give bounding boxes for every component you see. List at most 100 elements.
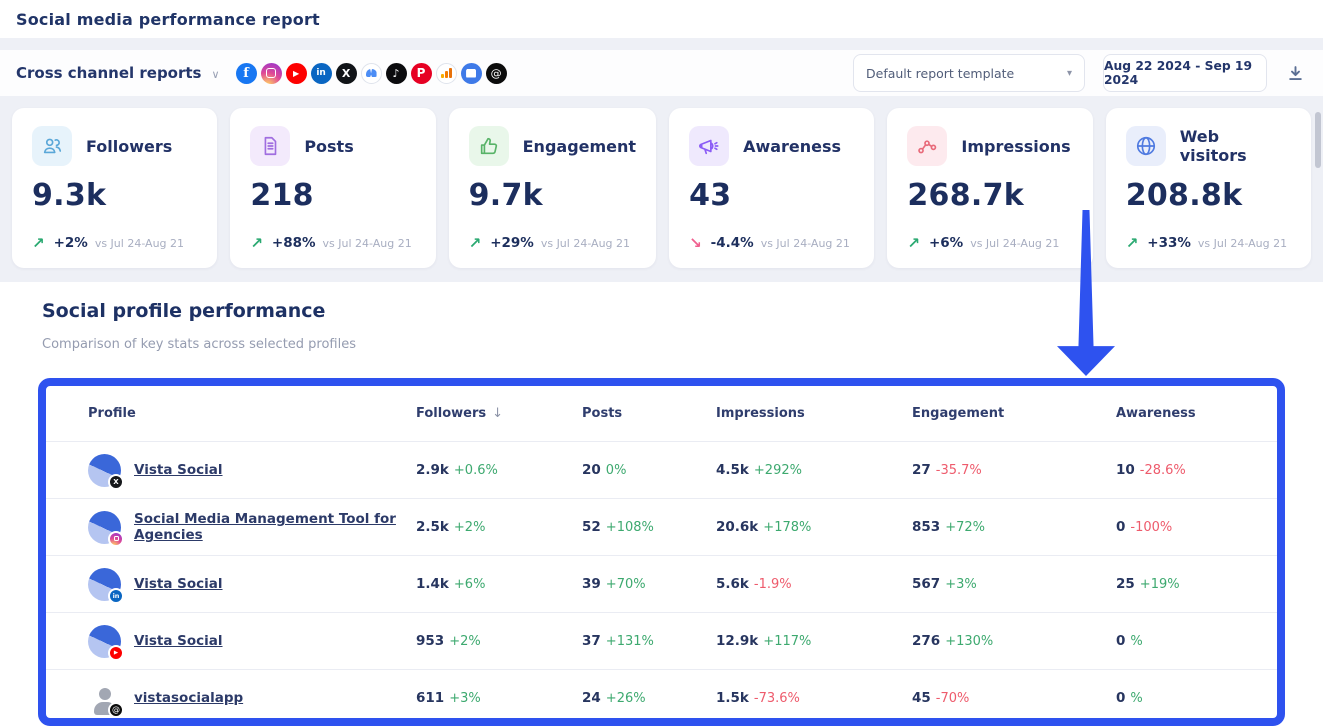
kpi-label: Posts [304,137,353,156]
chevron-down-icon: ∨ [212,68,220,81]
pinterest-icon[interactable]: P [411,63,432,84]
column-header-impressions[interactable]: Impressions [716,406,912,421]
date-range-value: Aug 22 2024 - Sep 19 2024 [1104,59,1266,87]
table-row: ▶ Vista Social 953+2% 37+131% 12.9k+117%… [46,613,1277,670]
kpi-delta: +29% [490,235,534,251]
vertical-scrollbar-thumb[interactable] [1315,112,1321,168]
tiktok-icon[interactable]: ♪ [386,63,407,84]
kpi-compare-period: vs Jul 24-Aug 21 [761,237,850,250]
kpi-label: Web visitors [1180,127,1291,165]
column-header-profile[interactable]: Profile [88,406,416,421]
impressions-icon [907,126,947,166]
table-row: X Vista Social 2.9k+0.6% 200% 4.5k+292% … [46,442,1277,499]
column-header-awareness[interactable]: Awareness [1116,406,1277,421]
kpi-compare-period: vs Jul 24-Aug 21 [541,237,630,250]
kpi-label: Engagement [523,137,636,156]
kpi-compare-period: vs Jul 24-Aug 21 [1198,237,1287,250]
trend-arrow-icon [907,234,920,252]
profile-performance-table: Profile Followers↓ Posts Impressions Eng… [38,378,1285,726]
kpi-value: 9.3k [32,178,197,213]
youtube-badge-icon: ▶ [108,645,124,661]
profile-link[interactable]: Vista Social [134,576,223,592]
engagement-icon [469,126,509,166]
profile-avatar: @ [88,682,121,715]
profile-link[interactable]: Social Media Management Tool for Agencie… [134,511,416,543]
table-header-row: Profile Followers↓ Posts Impressions Eng… [46,386,1277,442]
channel-icon-row: f ▶ in X ♪ P @ [236,63,507,84]
profile-link[interactable]: Vista Social [134,462,223,478]
kpi-card-followers: Followers 9.3k +2% vs Jul 24-Aug 21 [12,108,217,268]
trend-arrow-icon [689,234,702,252]
trend-arrow-icon [469,234,482,252]
web-visitors-icon [1126,126,1166,166]
section-title: Social profile performance [42,300,325,322]
kpi-delta: +33% [1147,235,1191,251]
download-report-button[interactable] [1283,61,1307,85]
profile-link[interactable]: vistasocialapp [134,690,243,706]
kpi-value: 268.7k [907,178,1072,213]
kpi-value: 43 [689,178,854,213]
threads-icon[interactable]: @ [486,63,507,84]
profile-avatar: X [88,454,121,487]
kpi-card-awareness: Awareness 43 -4.4% vs Jul 24-Aug 21 [669,108,874,268]
report-switcher[interactable]: Cross channel reports ∨ [16,64,220,82]
report-template-select[interactable]: Default report template ▾ [853,54,1085,92]
kpi-delta: +88% [272,235,316,251]
date-range-picker[interactable]: Aug 22 2024 - Sep 19 2024 [1103,54,1267,92]
bluesky-icon[interactable] [361,63,382,84]
kpi-card-engagement: Engagement 9.7k +29% vs Jul 24-Aug 21 [449,108,656,268]
trend-arrow-icon [1126,234,1139,252]
posts-icon [250,126,290,166]
linkedin-icon[interactable]: in [311,63,332,84]
report-switcher-label: Cross channel reports [16,64,202,82]
linkedin-badge-icon: in [108,588,124,604]
kpi-delta: -4.4% [711,235,754,251]
instagram-icon[interactable] [261,63,282,84]
table-row: @ vistasocialapp 611+3% 24+26% 1.5k-73.6… [46,670,1277,726]
report-template-value: Default report template [866,66,1067,81]
instagram-badge-icon [108,531,124,547]
table-row: Social Media Management Tool for Agencie… [46,499,1277,556]
caret-down-icon: ▾ [1067,68,1072,79]
trend-arrow-icon [32,234,45,252]
sort-desc-icon: ↓ [492,406,503,421]
download-icon [1287,65,1304,82]
kpi-compare-period: vs Jul 24-Aug 21 [95,237,184,250]
kpi-delta: +6% [929,235,963,251]
google-business-icon[interactable] [461,63,482,84]
x-icon[interactable]: X [336,63,357,84]
kpi-delta: +2% [54,235,88,251]
page-title: Social media performance report [16,10,320,29]
awareness-icon [689,126,729,166]
kpi-label: Impressions [961,137,1070,156]
kpi-label: Awareness [743,137,841,156]
toolbar: Cross channel reports ∨ f ▶ in X ♪ P @ D… [0,50,1323,96]
kpi-card-posts: Posts 218 +88% vs Jul 24-Aug 21 [230,108,435,268]
facebook-icon[interactable]: f [236,63,257,84]
profile-avatar: in [88,568,121,601]
kpi-label: Followers [86,137,172,156]
youtube-icon[interactable]: ▶ [286,63,307,84]
section-subtitle: Comparison of key stats across selected … [42,337,356,352]
profile-avatar [88,511,121,544]
title-bar: Social media performance report [0,0,1323,38]
kpi-value: 218 [250,178,415,213]
kpi-card-row: Followers 9.3k +2% vs Jul 24-Aug 21 Post… [12,108,1311,268]
google-analytics-icon[interactable] [436,63,457,84]
profile-avatar: ▶ [88,625,121,658]
column-header-posts[interactable]: Posts [582,406,716,421]
kpi-card-web-visitors: Web visitors 208.8k +33% vs Jul 24-Aug 2… [1106,108,1311,268]
column-header-followers[interactable]: Followers↓ [416,406,582,421]
kpi-compare-period: vs Jul 24-Aug 21 [323,237,412,250]
kpi-card-impressions: Impressions 268.7k +6% vs Jul 24-Aug 21 [887,108,1092,268]
x-badge-icon: X [108,474,124,490]
kpi-value: 9.7k [469,178,636,213]
column-header-engagement[interactable]: Engagement [912,406,1116,421]
kpi-value: 208.8k [1126,178,1291,213]
threads-badge-icon: @ [108,702,124,718]
kpi-compare-period: vs Jul 24-Aug 21 [970,237,1059,250]
table-row: in Vista Social 1.4k+6% 39+70% 5.6k-1.9%… [46,556,1277,613]
followers-icon [32,126,72,166]
profile-link[interactable]: Vista Social [134,633,223,649]
trend-arrow-icon [250,234,263,252]
